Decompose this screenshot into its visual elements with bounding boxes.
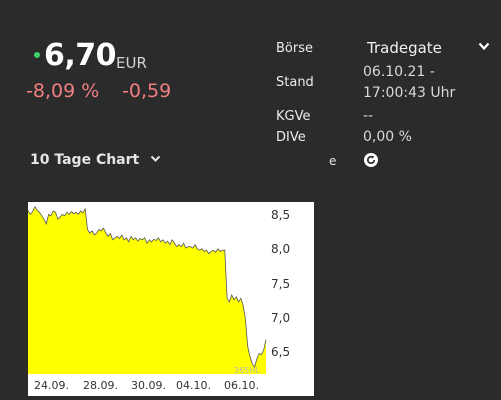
div-value: 0,00 %: [363, 129, 412, 145]
y-tick-label: 6,5: [271, 345, 291, 360]
x-tick-label: 24.09.: [34, 379, 69, 392]
time-value-clock: 17:00:43 Uhr: [363, 85, 456, 101]
e-label: e: [329, 154, 337, 168]
y-tick-label: 8,0: [271, 242, 291, 257]
price-chart: 365HL 8,5 8,0 7,5 7,0 6,5 24.09. 28.09. 30.09.…: [28, 202, 314, 396]
chart-range-select[interactable]: 10 Tage Chart: [30, 152, 139, 168]
price-area: [28, 206, 266, 374]
chart-range-chevron-icon[interactable]: [150, 155, 161, 163]
chart-watermark: 365HL: [234, 366, 260, 375]
change-percent: -8,09 %: [26, 80, 100, 102]
exchange-label: Börse: [276, 41, 313, 56]
chart-plot: [28, 205, 267, 374]
time-value-date: 06.10.21 -: [363, 64, 435, 80]
refresh-icon[interactable]: [363, 152, 379, 168]
currency: EUR: [116, 54, 147, 72]
change-absolute: -0,59: [122, 80, 172, 102]
kgv-label: KGVe: [276, 109, 311, 124]
y-tick-label: 7,0: [271, 310, 291, 325]
x-tick-label: 30.09.: [131, 379, 166, 392]
time-label: Stand: [276, 75, 314, 90]
y-tick-label: 7,5: [271, 276, 291, 291]
price: 6,70: [44, 38, 117, 73]
chevron-down-icon[interactable]: [478, 42, 490, 51]
x-tick-label: 04.10.: [176, 379, 211, 392]
exchange-select[interactable]: Tradegate: [367, 39, 442, 57]
green-dot-icon: [34, 52, 40, 58]
y-tick-label: 8,5: [271, 207, 291, 222]
x-tick-label: 06.10.: [224, 379, 259, 392]
div-label: DIVe: [276, 130, 306, 145]
x-tick-label: 28.09.: [83, 379, 118, 392]
kgv-value: --: [363, 108, 374, 124]
